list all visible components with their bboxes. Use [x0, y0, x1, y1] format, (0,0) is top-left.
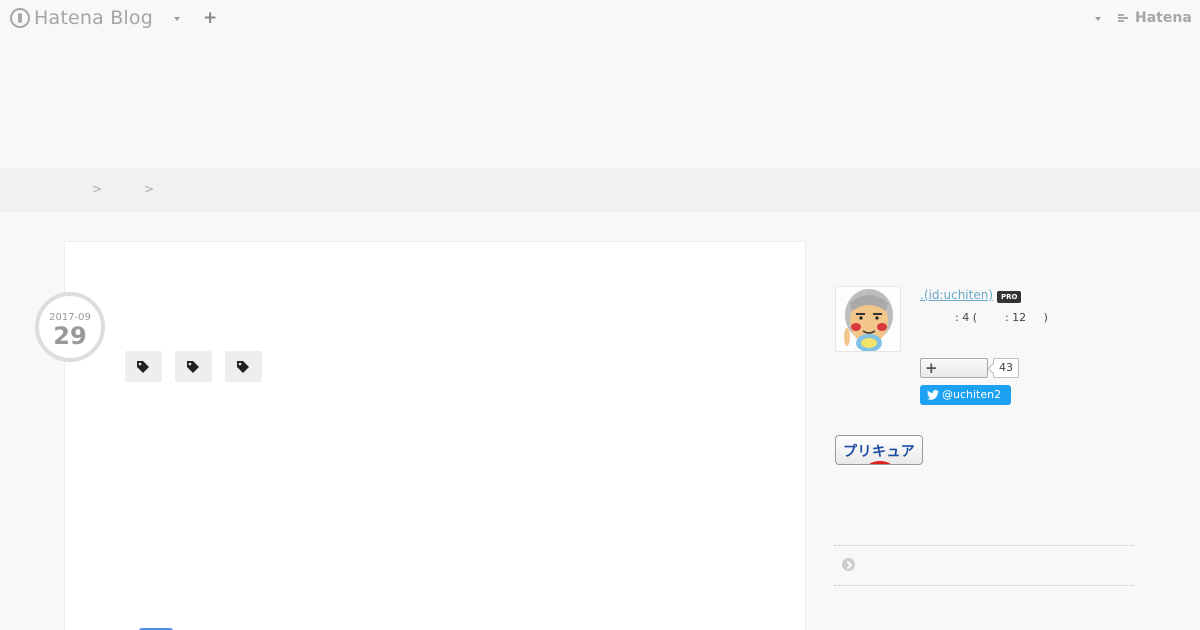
breadcrumb-separator: > [144, 182, 155, 196]
entry-date-badge[interactable]: 2017-09 29 [35, 292, 105, 362]
entry-category-tag[interactable] [175, 351, 212, 382]
hatena-logo[interactable]: Hatena [1118, 10, 1192, 26]
entry-date-day: 29 [53, 322, 87, 350]
twitter-bird-icon [927, 390, 939, 400]
blog-menu-dropdown-icon[interactable] [174, 17, 180, 21]
brand-name: Hatena Blog [34, 7, 153, 29]
breadcrumb-separator: > [92, 182, 103, 196]
precure-banner[interactable]: プリキュア [835, 435, 923, 465]
hatena-mark-icon [1118, 13, 1132, 23]
hatena-blog-logo[interactable]: Hatena Blog [10, 7, 153, 29]
follow-button[interactable]: + [920, 358, 988, 378]
tag-icon [237, 361, 249, 373]
add-entry-button[interactable]: + [203, 9, 217, 27]
hatena-blog-mark-icon [10, 8, 30, 28]
tag-icon [187, 361, 199, 373]
follower-count: 43 [993, 358, 1019, 378]
chevron-right-circle-icon[interactable] [842, 558, 855, 571]
sidebar-divider [834, 545, 1134, 546]
entry-category-tag[interactable] [125, 351, 162, 382]
banner-text: プリキュア [843, 444, 916, 460]
author-stats: : 4 ( : 12 ) [955, 311, 1048, 324]
plus-icon: + [925, 359, 938, 377]
hatena-label: Hatena [1135, 10, 1192, 26]
author-avatar[interactable] [835, 286, 901, 352]
banner-red-emblem [865, 461, 895, 464]
author-stats-text: : 4 ( : 12 ) [955, 311, 1048, 324]
twitter-follow-button[interactable]: @uchiten2 [920, 385, 1011, 405]
pro-badge: PRO [997, 291, 1022, 303]
sidebar-divider [834, 585, 1134, 586]
entry-card [64, 241, 806, 630]
author-name-link[interactable]: .(id:uchiten) [920, 288, 993, 302]
twitter-handle: @uchiten2 [942, 388, 1002, 401]
tag-icon [137, 361, 149, 373]
user-menu-dropdown-icon[interactable] [1095, 17, 1101, 21]
global-header: Hatena Blog + Hatena [0, 0, 1200, 36]
breadcrumb: > > [0, 168, 1200, 212]
entry-category-tag[interactable] [225, 351, 262, 382]
